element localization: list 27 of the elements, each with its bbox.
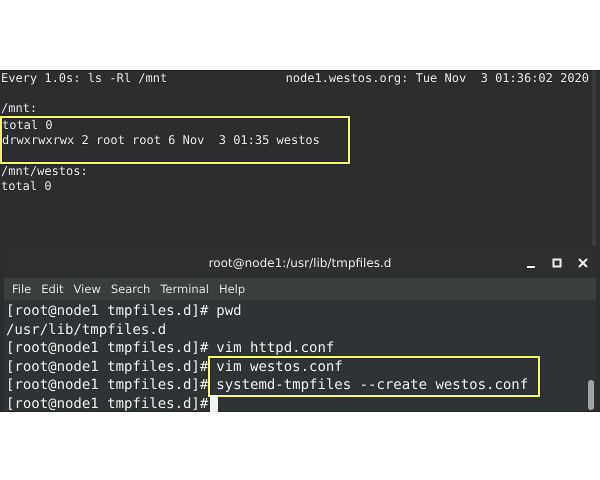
output-text: /mnt/westos: (1, 164, 88, 179)
menu-item[interactable]: File (8, 280, 36, 298)
menu-item[interactable]: Help (214, 280, 250, 298)
prompt-text: [root@node1 tmpfiles.d]# (6, 358, 208, 376)
close-icon[interactable] (576, 256, 590, 270)
window-title: root@node1:/usr/lib/tmpfiles.d (208, 256, 392, 270)
output-text: total 0 (2, 118, 53, 133)
command-text: vim westos.conf (216, 358, 343, 376)
menu-item[interactable]: View (70, 280, 105, 298)
menu-item[interactable]: Search (106, 280, 154, 298)
output-text: drwxrwxrwx 2 root root 6 Nov 3 01:35 westos (2, 133, 320, 148)
maximize-icon[interactable] (550, 256, 564, 270)
menu-item[interactable]: Terminal (156, 280, 213, 298)
prompt-text: [root@node1 tmpfiles.d]# (6, 376, 208, 394)
command-text: vim httpd.conf (216, 339, 334, 358)
command-text: systemd-tmpfiles --create westos.conf (216, 376, 528, 394)
scrollbar-thumb[interactable] (588, 380, 594, 410)
output-text: /mnt: (1, 101, 38, 116)
prompt-text: [root@node1 tmpfiles.d]# (6, 302, 208, 320)
output-text: /usr/lib/tmpfiles.d (6, 320, 166, 339)
menu-item[interactable]: Edit (37, 280, 68, 298)
output-text: total 0 (1, 179, 52, 194)
prompt-text: [root@node1 tmpfiles.d]# (6, 339, 208, 358)
host-date-text: node1.westos.org: Tue Nov 3 01:36:02 2020 (286, 71, 589, 86)
command-text: pwd (216, 302, 242, 320)
prompt-text: [root@node1 tmpfiles.d]# (6, 394, 208, 412)
watch-command-text: Every 1.0s: ls -Rl /mnt (1, 71, 168, 86)
